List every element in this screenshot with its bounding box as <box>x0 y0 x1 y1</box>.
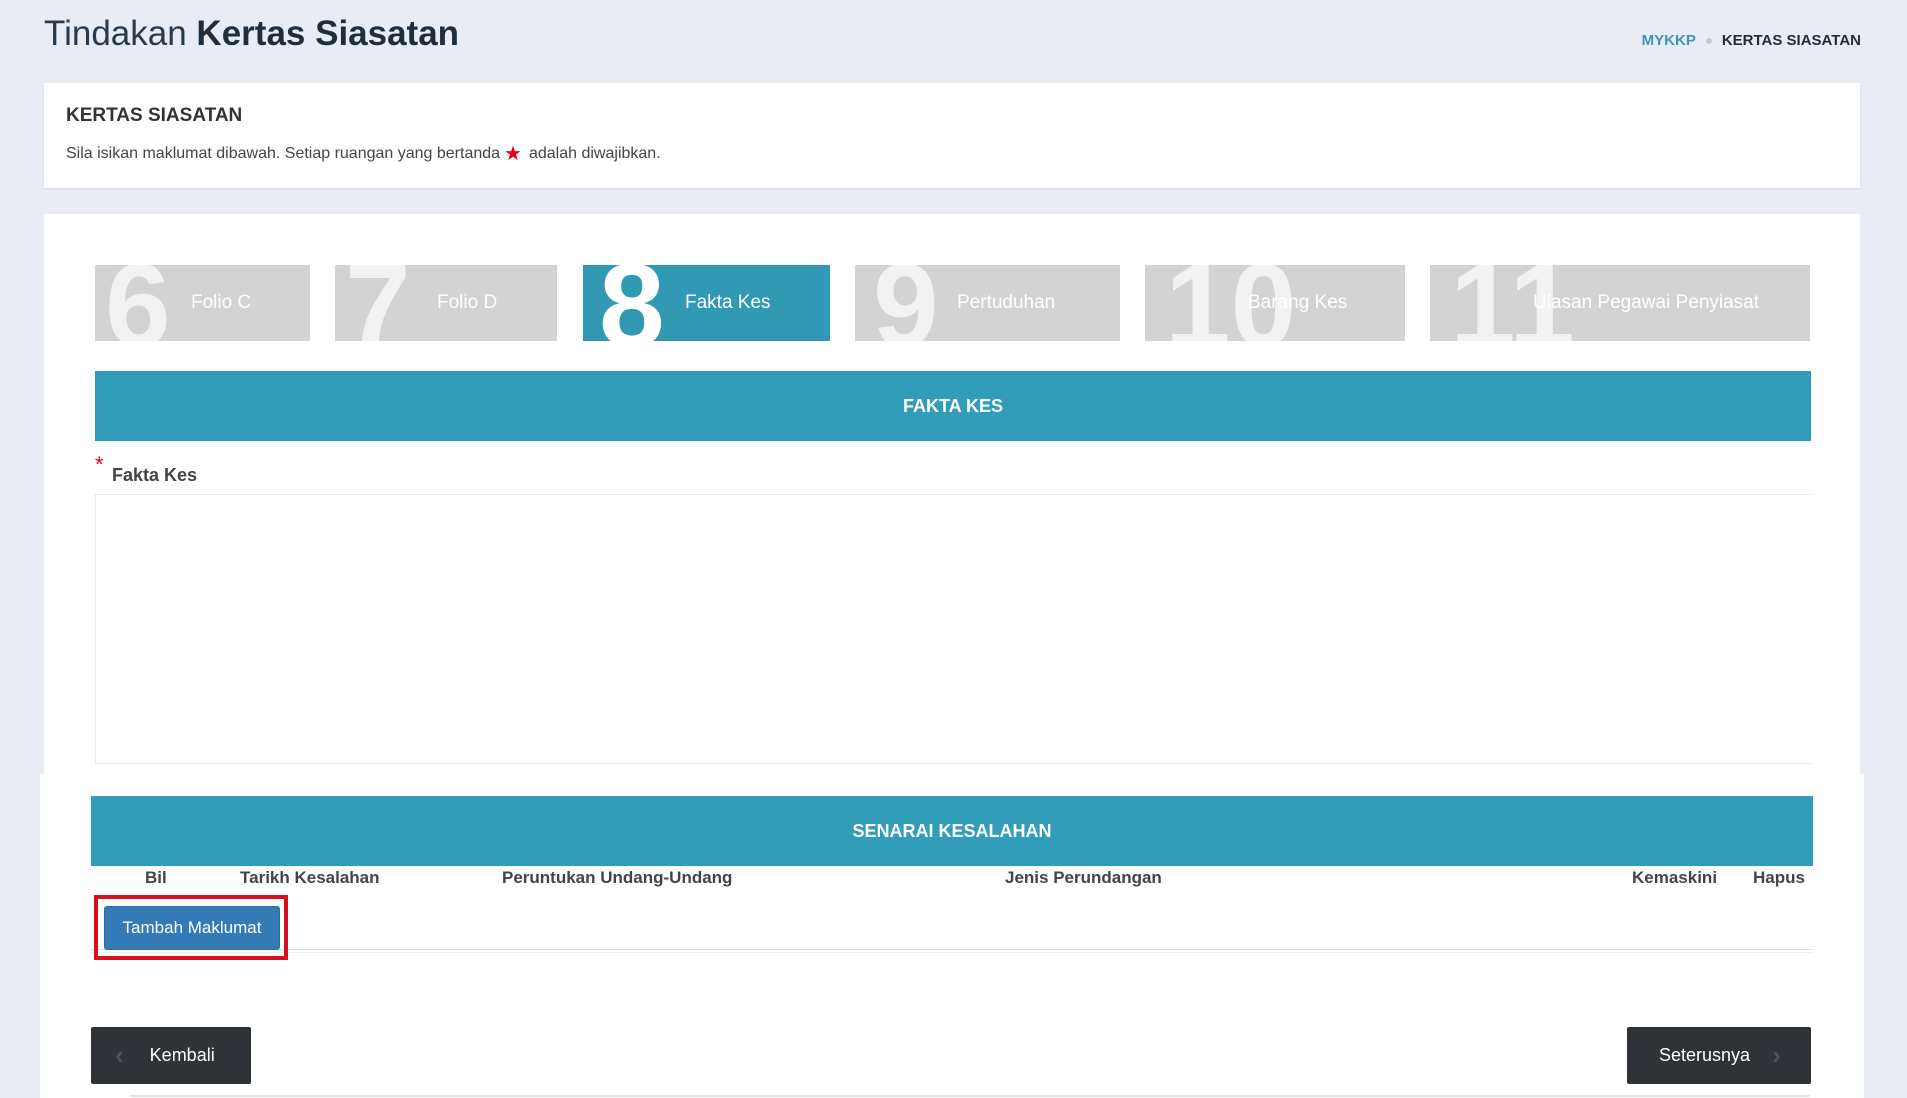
column-header-peruntukan-undang-undang: Peruntukan Undang-Undang <box>502 868 733 887</box>
page-title: Tindakan Kertas Siasatan <box>44 14 459 54</box>
step-folio-c[interactable]: 6 Folio C <box>95 265 310 341</box>
breadcrumb-home-link[interactable]: MYKKP <box>1642 32 1696 49</box>
step-label: Folio C <box>191 292 252 313</box>
step-label: Pertuduhan <box>957 292 1056 313</box>
column-header-tarikh-kesalahan: Tarikh Kesalahan <box>240 868 380 887</box>
step-number: 7 <box>345 265 411 341</box>
seterusnya-button[interactable]: Seterusnya › <box>1627 1027 1811 1084</box>
step-label: Folio D <box>437 292 498 313</box>
step-number: 9 <box>873 265 939 341</box>
senarai-kesalahan-section-header: SENARAI KESALAHAN <box>91 796 1813 866</box>
page-title-bold: Kertas Siasatan <box>196 14 460 53</box>
required-star-icon: ★ <box>504 143 522 165</box>
step-label: Ulasan Pegawai Penyiasat <box>1533 292 1760 313</box>
required-asterisk: * <box>95 452 104 477</box>
footer-divider <box>130 1095 1810 1097</box>
table-divider <box>91 949 1813 950</box>
info-title: KERTAS SIASATAN <box>66 105 243 126</box>
step-label: Fakta Kes <box>685 292 771 313</box>
info-desc-before: Sila isikan maklumat dibawah. Setiap rua… <box>66 145 501 162</box>
step-number: 6 <box>105 265 171 341</box>
breadcrumb: MYKKP KERTAS SIASATAN <box>1642 32 1861 49</box>
step-number: 8 <box>599 265 665 341</box>
step-folio-d[interactable]: 7 Folio D <box>335 265 557 341</box>
fakta-kes-section-header: FAKTA KES <box>95 371 1811 441</box>
column-header-kemaskini: Kemaskini <box>1632 868 1718 887</box>
page-title-light: Tindakan <box>44 14 187 53</box>
breadcrumb-current: KERTAS SIASATAN <box>1721 32 1861 49</box>
fakta-kes-textarea[interactable] <box>95 494 1811 764</box>
info-panel: KERTAS SIASATAN Sila isikan maklumat dib… <box>44 83 1860 188</box>
step-label: Barang Kes <box>1248 292 1348 313</box>
step-pertuduhan[interactable]: 9 Pertuduhan <box>855 265 1120 341</box>
info-desc-after: adalah diwajibkan. <box>528 145 661 162</box>
step-fakta-kes[interactable]: 8 Fakta Kes <box>583 265 830 341</box>
column-header-jenis-perundangan: Jenis Perundangan <box>1005 868 1162 887</box>
fakta-kes-label: Fakta Kes <box>112 465 198 485</box>
kembali-label: Kembali <box>149 1045 215 1065</box>
table-divider <box>91 952 1813 953</box>
column-header-hapus: Hapus <box>1753 868 1805 887</box>
column-header-bil: Bil <box>145 868 167 887</box>
breadcrumb-separator-icon <box>1705 37 1712 44</box>
kembali-button[interactable]: ‹ Kembali <box>91 1027 251 1084</box>
step-ulasan-pegawai[interactable]: 11 Ulasan Pegawai Penyiasat <box>1430 265 1810 341</box>
chevron-right-icon: › <box>1772 1040 1781 1070</box>
chevron-left-icon: ‹ <box>115 1040 124 1070</box>
info-description: Sila isikan maklumat dibawah. Setiap rua… <box>66 144 661 164</box>
step-barang-kes[interactable]: 10 Barang Kes <box>1145 265 1405 341</box>
tambah-maklumat-button[interactable]: Tambah Maklumat <box>104 906 280 950</box>
seterusnya-label: Seterusnya <box>1659 1045 1751 1065</box>
